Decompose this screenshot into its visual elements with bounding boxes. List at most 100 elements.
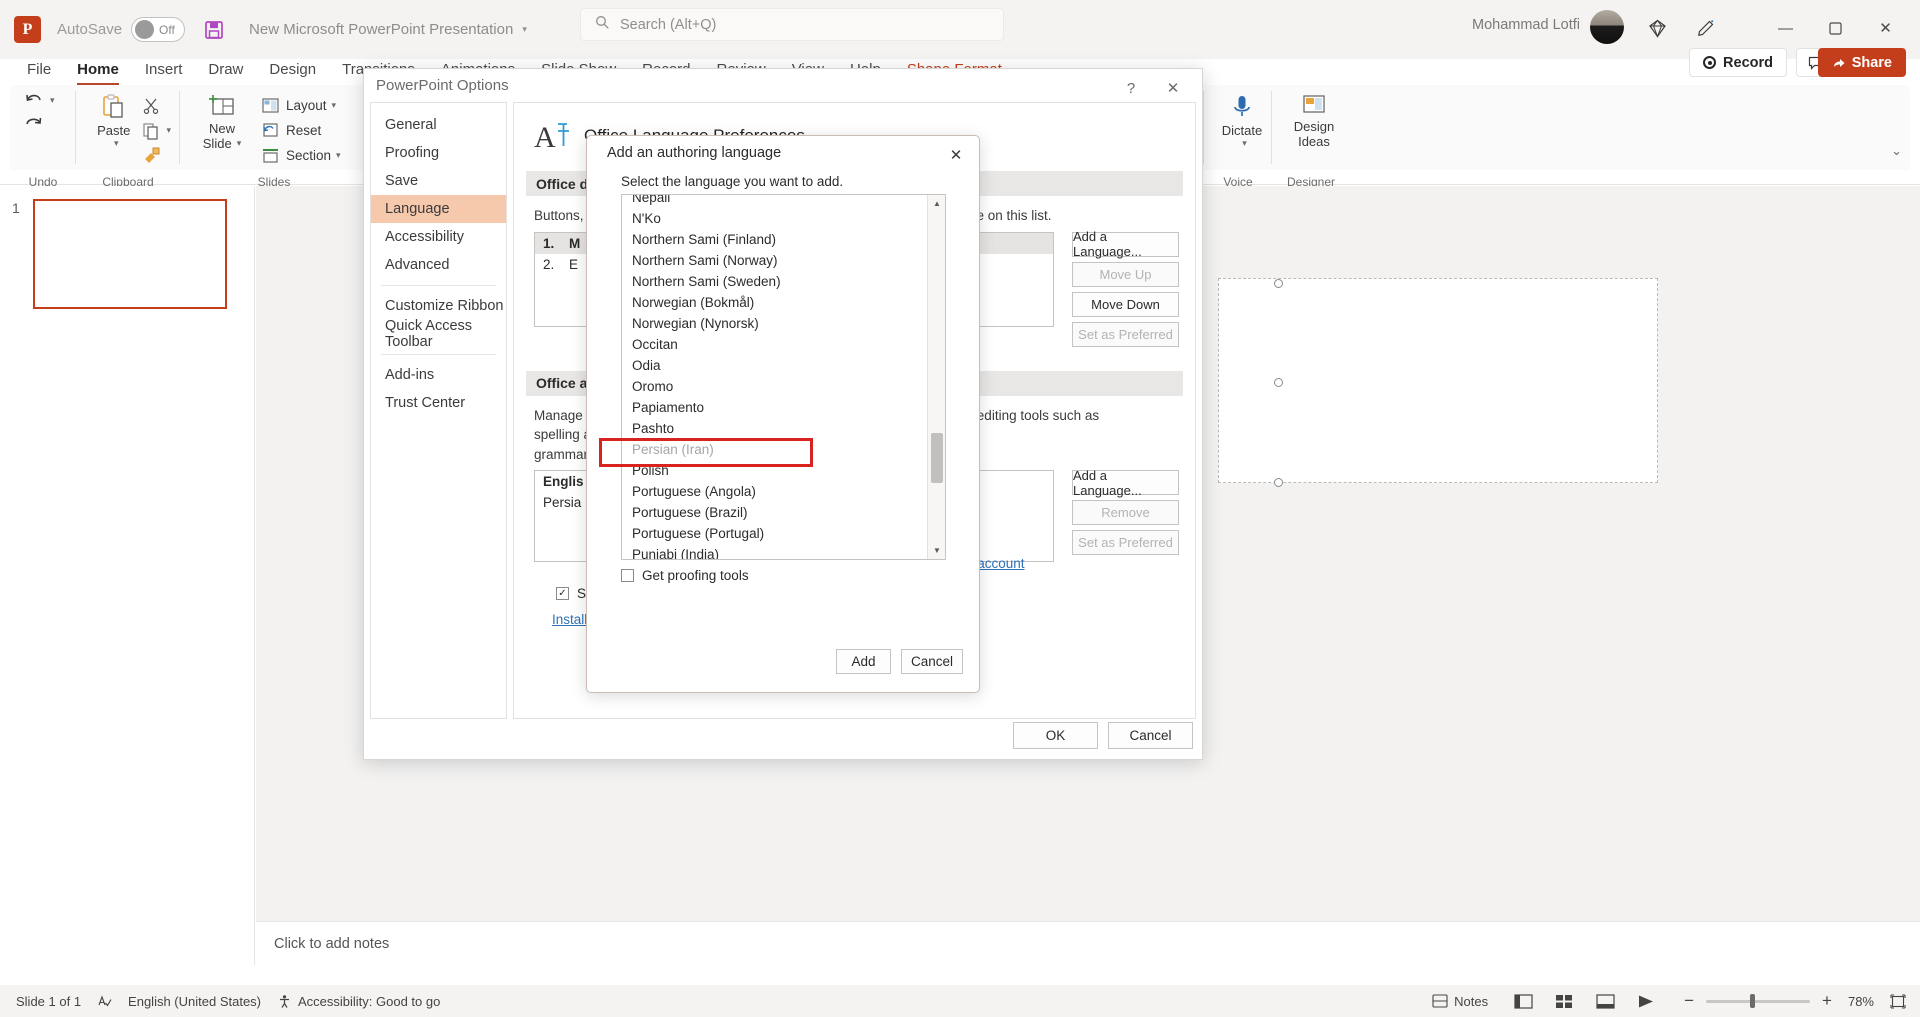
language-item-portuguese-portugal[interactable]: Portuguese (Portugal)	[622, 523, 928, 544]
language-item-pashto[interactable]: Pashto	[622, 418, 928, 439]
language-listbox[interactable]: Nepali N'Ko Northern Sami (Finland) Nort…	[621, 194, 946, 560]
search-input[interactable]: Search (Alt+Q)	[580, 8, 1004, 41]
zoom-in-button[interactable]: +	[1822, 991, 1832, 1011]
get-proofing-tools-row[interactable]: Get proofing tools	[621, 568, 749, 583]
save-icon[interactable]	[203, 19, 225, 41]
shape-handle-bottom-left[interactable]	[1274, 478, 1283, 487]
language-list-scrollbar[interactable]: ▲ ▼	[927, 195, 945, 559]
set-preferred-authoring-button[interactable]: Set as Preferred	[1072, 530, 1179, 556]
minimize-button[interactable]: —	[1763, 10, 1808, 46]
add-language-add-button[interactable]: Add	[836, 649, 891, 674]
tab-home[interactable]: Home	[64, 61, 132, 85]
nav-item-general[interactable]: General	[371, 111, 506, 139]
add-display-language-button[interactable]: Add a Language...	[1072, 229, 1179, 259]
options-ok-button[interactable]: OK	[1013, 722, 1098, 749]
shape-handle-top-left[interactable]	[1274, 279, 1283, 288]
avatar[interactable]	[1590, 10, 1624, 44]
dictate-chevron-down-icon[interactable]: ▾	[1242, 138, 1247, 149]
shape-handle-mid-left[interactable]	[1274, 378, 1283, 387]
nav-item-advanced[interactable]: Advanced	[371, 251, 506, 279]
language-item-oromo[interactable]: Oromo	[622, 376, 928, 397]
section-button[interactable]: Section ▾	[255, 143, 346, 168]
copy-chevron-down-icon[interactable]: ▾	[166, 125, 171, 136]
language-label[interactable]: English (United States)	[128, 994, 261, 1009]
language-item-nepali[interactable]: Nepali	[622, 195, 928, 208]
tab-file[interactable]: File	[14, 61, 64, 85]
zoom-slider-thumb[interactable]	[1750, 994, 1756, 1008]
language-item-northern-sami-sweden[interactable]: Northern Sami (Sweden)	[622, 271, 928, 292]
document-title[interactable]: New Microsoft PowerPoint Presentation	[249, 21, 513, 38]
nav-item-save[interactable]: Save	[371, 167, 506, 195]
ribbon-collapse-chevron-icon[interactable]: ⌄	[1891, 143, 1902, 159]
nav-item-trust-center[interactable]: Trust Center	[371, 389, 506, 417]
document-title-chevron-down-icon[interactable]: ▾	[522, 24, 527, 35]
accessibility-status[interactable]: Accessibility: Good to go	[277, 994, 440, 1009]
move-down-button[interactable]: Move Down	[1072, 291, 1179, 317]
install-additional-keyboards-link[interactable]: Install	[552, 612, 587, 627]
language-item-nko[interactable]: N'Ko	[622, 208, 928, 229]
language-item-northern-sami-norway[interactable]: Northern Sami (Norway)	[622, 250, 928, 271]
set-preferred-display-button[interactable]: Set as Preferred	[1072, 321, 1179, 347]
paste-chevron-down-icon[interactable]: ▾	[114, 138, 119, 149]
close-button[interactable]: ✕	[1863, 10, 1908, 46]
tab-insert[interactable]: Insert	[132, 61, 196, 85]
new-slide-button[interactable]: New Slide ▾	[189, 89, 255, 168]
language-item-norwegian-bokmal[interactable]: Norwegian (Bokmål)	[622, 292, 928, 313]
nav-item-customize-ribbon[interactable]: Customize Ribbon	[371, 292, 506, 320]
add-authoring-language-button[interactable]: Add a Language...	[1072, 468, 1179, 498]
add-language-close-button[interactable]: ✕	[941, 142, 971, 168]
reset-button[interactable]: Reset	[255, 118, 346, 143]
zoom-out-button[interactable]: −	[1684, 991, 1694, 1011]
view-reading-button[interactable]	[1596, 993, 1615, 1009]
paste-button[interactable]: Paste ▾	[85, 89, 142, 168]
spellcheck-button[interactable]	[97, 994, 112, 1009]
options-close-button[interactable]: ✕	[1154, 75, 1192, 101]
scrollbar-thumb[interactable]	[931, 433, 943, 483]
nav-item-quick-access-toolbar[interactable]: Quick Access Toolbar	[371, 318, 506, 350]
language-item-norwegian-nynorsk[interactable]: Norwegian (Nynorsk)	[622, 313, 928, 334]
scroll-down-arrow-icon[interactable]: ▼	[928, 542, 945, 559]
view-slideshow-button[interactable]	[1637, 994, 1656, 1009]
tab-draw[interactable]: Draw	[195, 61, 256, 85]
notes-button[interactable]: Notes	[1432, 994, 1488, 1009]
language-item-punjabi-india[interactable]: Punjabi (India)	[622, 544, 928, 559]
diamond-icon[interactable]	[1642, 13, 1672, 43]
language-item-persian-iran[interactable]: Persian (Iran)	[622, 439, 928, 460]
language-item-northern-sami-finland[interactable]: Northern Sami (Finland)	[622, 229, 928, 250]
autosave-toggle[interactable]: Off	[131, 17, 186, 42]
dictate-button[interactable]: Dictate ▾	[1213, 89, 1271, 149]
view-slide-sorter-button[interactable]	[1555, 994, 1574, 1009]
zoom-slider[interactable]	[1706, 994, 1811, 1008]
remove-language-button[interactable]: Remove	[1072, 500, 1179, 526]
layout-button[interactable]: Layout ▾	[255, 93, 346, 118]
section-chevron-down-icon[interactable]: ▾	[336, 150, 341, 161]
slide-thumbnail-1[interactable]	[33, 199, 227, 309]
store-settings-checkbox[interactable]: ✓	[556, 587, 569, 601]
add-authoring-language-dialog[interactable]: Add an authoring language ✕ Select the l…	[586, 135, 980, 693]
scroll-up-arrow-icon[interactable]: ▲	[928, 195, 945, 212]
notes-pane[interactable]: Click to add notes	[256, 921, 1920, 965]
undo-chevron-down-icon[interactable]: ▾	[50, 95, 55, 106]
nav-item-language[interactable]: Language	[371, 195, 506, 223]
get-proofing-tools-checkbox[interactable]	[621, 569, 634, 582]
nav-item-proofing[interactable]: Proofing	[371, 139, 506, 167]
options-cancel-button[interactable]: Cancel	[1108, 722, 1193, 749]
language-item-odia[interactable]: Odia	[622, 355, 928, 376]
nav-item-add-ins[interactable]: Add-ins	[371, 361, 506, 389]
restore-button[interactable]	[1813, 10, 1858, 46]
fit-to-window-button[interactable]	[1890, 993, 1906, 1009]
user-name-label[interactable]: Mohammad Lotfi	[1472, 17, 1580, 33]
view-normal-button[interactable]	[1514, 993, 1533, 1009]
zoom-level-label[interactable]: 78%	[1848, 994, 1874, 1009]
tab-design[interactable]: Design	[256, 61, 329, 85]
add-language-cancel-button[interactable]: Cancel	[901, 649, 963, 674]
pen-icon[interactable]	[1690, 13, 1720, 43]
record-button[interactable]: Record	[1689, 48, 1787, 77]
move-up-button[interactable]: Move Up	[1072, 261, 1179, 287]
language-item-occitan[interactable]: Occitan	[622, 334, 928, 355]
options-help-button[interactable]: ?	[1116, 75, 1146, 101]
share-button[interactable]: Share	[1817, 48, 1906, 77]
nav-item-accessibility[interactable]: Accessibility	[371, 223, 506, 251]
selected-shape[interactable]	[1218, 278, 1658, 483]
layout-chevron-down-icon[interactable]: ▾	[332, 100, 337, 111]
